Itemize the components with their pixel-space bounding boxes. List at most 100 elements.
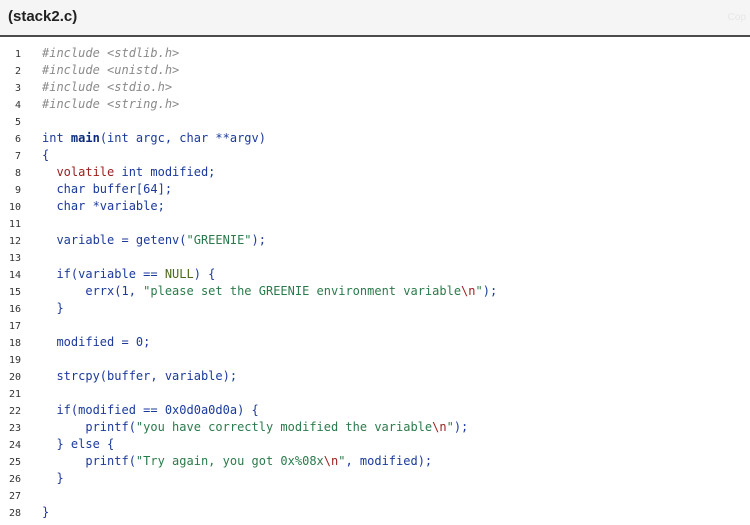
copy-label[interactable]: Cop <box>728 12 746 23</box>
code-text: strcpy(buffer, variable); <box>42 368 237 385</box>
code-line: 27 <box>0 487 750 504</box>
code-text: } <box>42 470 64 487</box>
line-number: 15 <box>8 287 21 298</box>
code-line: 14 if(variable == NULL) { <box>0 266 750 283</box>
code-token: main <box>70 131 100 145</box>
line-number: 25 <box>8 457 21 468</box>
code-line: 25 printf("Try again, you got 0x%08x\n",… <box>0 453 750 470</box>
code-token: } <box>42 471 64 485</box>
line-number: 28 <box>8 508 21 519</box>
code-text: #include <stdlib.h> <box>42 45 179 62</box>
code-text: #include <string.h> <box>42 96 179 113</box>
code-line: 12 variable = getenv("GREENIE"); <box>0 232 750 249</box>
code-token: char *variable; <box>42 199 165 213</box>
line-number: 11 <box>8 219 21 230</box>
code-token: } <box>42 301 64 315</box>
code-block: 1 #include <stdlib.h> 2 #include <unistd.h>… <box>0 37 750 521</box>
code-text: printf("you have correctly modified the … <box>42 419 468 436</box>
code-token: #include <stdio.h> <box>42 80 173 94</box>
code-viewer-window: (stack2.c) Cop 1 #include <stdlib.h> 2 #inc… <box>0 0 750 525</box>
code-text: #include <unistd.h> <box>42 62 179 79</box>
line-number: 27 <box>8 491 21 502</box>
code-line: 23 printf("you have correctly modified t… <box>0 419 750 436</box>
code-line: 3 #include <stdio.h> <box>0 79 750 96</box>
code-text: volatile int modified; <box>42 164 215 181</box>
line-number: 12 <box>8 236 21 247</box>
code-text: } <box>42 504 49 521</box>
line-number: 4 <box>14 100 21 111</box>
code-line: 6 int main(int argc, char **argv) <box>0 130 750 147</box>
code-line: 20 strcpy(buffer, variable); <box>0 368 750 385</box>
code-token: \n <box>432 420 447 434</box>
file-title: (stack2.c) <box>8 8 78 25</box>
code-line: 5 <box>0 113 750 130</box>
code-token: printf( <box>42 454 136 468</box>
code-line: 16 } <box>0 300 750 317</box>
code-token: " <box>446 420 454 434</box>
code-token: if(variable == <box>42 267 165 281</box>
line-number: 19 <box>8 355 21 366</box>
code-text: printf("Try again, you got 0x%08x\n", mo… <box>42 453 432 470</box>
code-line: 2 #include <unistd.h> <box>0 62 750 79</box>
code-text: { <box>42 147 49 164</box>
line-number: 10 <box>8 202 21 213</box>
code-text: } else { <box>42 436 114 453</box>
code-token: volatile <box>56 165 115 179</box>
line-number: 13 <box>8 253 21 264</box>
line-number: 3 <box>14 83 21 94</box>
line-number: 9 <box>14 185 21 196</box>
line-number: 6 <box>14 134 21 145</box>
code-line: 15 errx(1, "please set the GREENIE envir… <box>0 283 750 300</box>
line-number: 18 <box>8 338 21 349</box>
code-line: 28} <box>0 504 750 521</box>
code-token: char buffer[64]; <box>42 182 173 196</box>
code-token: } else { <box>42 437 115 451</box>
line-number: 23 <box>8 423 21 434</box>
code-token: int modified; <box>114 165 216 179</box>
code-text: if(variable == NULL) { <box>42 266 215 283</box>
line-number: 24 <box>8 440 21 451</box>
line-number: 2 <box>14 66 21 77</box>
line-number: 26 <box>8 474 21 485</box>
code-token: ); <box>453 420 469 434</box>
code-token: , modified); <box>345 454 433 468</box>
line-number: 21 <box>8 389 21 400</box>
code-token: errx(1, <box>42 284 144 298</box>
code-token: strcpy(buffer, variable); <box>42 369 238 383</box>
code-line: 24 } else { <box>0 436 750 453</box>
code-text: variable = getenv("GREENIE"); <box>42 232 266 249</box>
line-number: 20 <box>8 372 21 383</box>
code-token: "GREENIE" <box>186 233 252 247</box>
code-text: char *variable; <box>42 198 165 215</box>
code-text: if(modified == 0x0d0a0d0a) { <box>42 402 259 419</box>
code-line: 10 char *variable; <box>0 198 750 215</box>
code-line: 7{ <box>0 147 750 164</box>
code-line: 17 <box>0 317 750 334</box>
code-line: 8 volatile int modified; <box>0 164 750 181</box>
line-number: 8 <box>14 168 21 179</box>
line-number: 22 <box>8 406 21 417</box>
code-token: \n <box>461 284 476 298</box>
code-token: NULL <box>164 267 194 281</box>
code-text: errx(1, "please set the GREENIE environm… <box>42 283 497 300</box>
code-token: #include <string.h> <box>42 97 180 111</box>
code-line: 19 <box>0 351 750 368</box>
code-line: 13 <box>0 249 750 266</box>
code-token: ); <box>251 233 266 247</box>
code-token: printf( <box>42 420 136 434</box>
code-token: " <box>475 284 483 298</box>
code-text: modified = 0; <box>42 334 150 351</box>
code-token: variable = getenv( <box>42 233 187 247</box>
code-line: 11 <box>0 215 750 232</box>
code-token: "you have correctly modified the variabl… <box>135 420 433 434</box>
line-number: 14 <box>8 270 21 281</box>
code-token: if(modified == 0x0d0a0d0a) { <box>42 403 259 417</box>
code-token: int <box>42 131 71 145</box>
code-line: 18 modified = 0; <box>0 334 750 351</box>
code-token: "Try again, you got 0x%08x <box>135 454 324 468</box>
code-token: "please set the GREENIE environment vari… <box>143 284 462 298</box>
code-token: \n <box>323 454 339 468</box>
code-token: { <box>42 148 50 162</box>
code-line: 26 } <box>0 470 750 487</box>
